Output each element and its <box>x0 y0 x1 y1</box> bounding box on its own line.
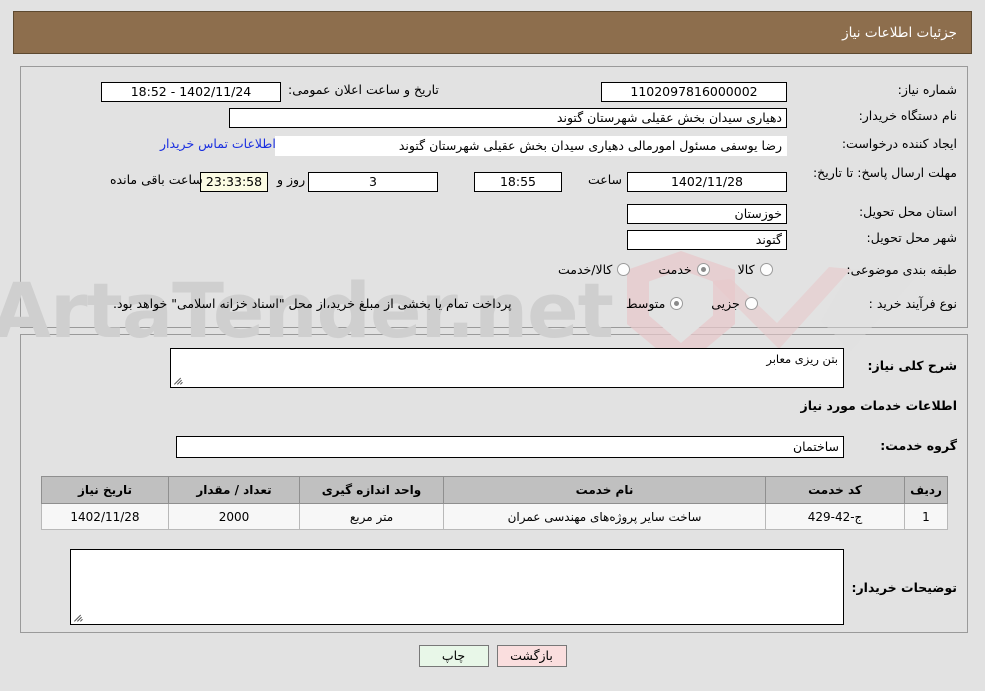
services-table: ردیف کد خدمت نام خدمت واحد اندازه گیری ت… <box>41 476 948 530</box>
process-radio-0[interactable] <box>744 297 758 310</box>
page-header: جزئیات اطلاعات نیاز <box>13 11 972 54</box>
table-header-row: ردیف کد خدمت نام خدمت واحد اندازه گیری ت… <box>41 476 948 504</box>
row-city: شهر محل تحویل: <box>0 230 957 245</box>
category-radio-1[interactable] <box>696 263 710 276</box>
creator-label: ایجاد کننده درخواست: <box>841 136 957 151</box>
public-announce-label: تاریخ و ساعت اعلان عمومی: <box>288 82 439 97</box>
category-radio-2[interactable] <box>617 263 631 276</box>
public-announce-value: 1402/11/24 - 18:52 <box>101 82 281 102</box>
category-label: طبقه بندی موضوعی: <box>846 262 957 277</box>
need-summary-panel <box>20 66 968 328</box>
td-date: 1402/11/28 <box>41 503 169 530</box>
row-process-note: پرداخت تمام یا بخشی از مبلغ خرید،از محل … <box>113 296 512 311</box>
buyer-org-label: نام دستگاه خریدار: <box>858 108 957 123</box>
footer-actions: بازگشت چاپ <box>0 645 985 667</box>
general-desc-textarea[interactable]: بتن ریزی معابر <box>170 348 844 388</box>
need-number-label: شماره نیاز: <box>897 82 957 97</box>
row-remaining-time-label: ساعت باقی مانده <box>110 172 203 187</box>
td-quantity: 2000 <box>168 503 300 530</box>
td-unit: متر مربع <box>299 503 444 530</box>
buyer-org-value: دهیاری سیدان بخش عقیلی شهرستان گتوند <box>229 108 787 128</box>
province-label: استان محل تحویل: <box>858 204 957 219</box>
city-value: گتوند <box>627 230 787 250</box>
service-group-value: ساختمان <box>176 436 844 458</box>
process-label: نوع فرآیند خرید : <box>868 296 957 311</box>
th-date: تاریخ نیاز <box>41 476 169 504</box>
print-button[interactable]: چاپ <box>418 645 489 667</box>
category-radio-group[interactable]: کالا خدمت کالا/خدمت <box>556 262 773 277</box>
deadline-hour-label: ساعت <box>588 172 623 187</box>
service-group-label: گروه خدمت: <box>880 438 957 453</box>
process-label-0: جزیی <box>711 296 740 311</box>
deadline-date-value: 1402/11/28 <box>627 172 787 192</box>
province-value: خوزستان <box>627 204 787 224</box>
category-option-1[interactable]: خدمت <box>656 262 710 277</box>
process-option-1[interactable]: متوسط <box>624 296 684 311</box>
deadline-label: مهلت ارسال پاسخ: تا تاریخ: <box>812 165 957 180</box>
td-index: 1 <box>904 503 948 530</box>
services-heading: اطلاعات خدمات مورد نیاز <box>800 398 958 413</box>
need-number-value: 1102097816000002 <box>601 82 787 102</box>
process-option-0[interactable]: جزیی <box>709 296 758 311</box>
resize-grip-icon[interactable] <box>173 375 184 386</box>
buyer-notes-label: توضیحات خریدار: <box>851 580 957 595</box>
row-category-label: طبقه بندی موضوعی: <box>0 262 957 277</box>
row-deadline-hour-label: ساعت <box>588 172 622 187</box>
row-services-heading: اطلاعات خدمات مورد نیاز <box>0 398 958 413</box>
category-label-0: کالا <box>737 262 755 277</box>
th-code: کد خدمت <box>765 476 905 504</box>
buyer-contact-link[interactable]: اطلاعات تماس خریدار <box>160 136 276 151</box>
row-contact-link[interactable]: اطلاعات تماس خریدار <box>160 136 276 151</box>
general-desc-label: شرح کلی نیاز: <box>867 358 957 373</box>
resize-grip-icon-2[interactable] <box>73 612 84 623</box>
category-radio-0[interactable] <box>759 263 773 276</box>
row-remaining-days-label: روز و <box>277 172 305 187</box>
city-label: شهر محل تحویل: <box>866 230 957 245</box>
row-deadline-label: مهلت ارسال پاسخ: تا تاریخ: <box>813 165 957 181</box>
remaining-days-label: روز و <box>277 172 306 187</box>
deadline-hour-value: 18:55 <box>474 172 562 192</box>
row-public-announce: تاریخ و ساعت اعلان عمومی: <box>288 82 439 97</box>
process-label-1: متوسط <box>626 296 666 311</box>
th-unit: واحد اندازه گیری <box>299 476 444 504</box>
category-label-2: کالا/خدمت <box>558 262 613 277</box>
table-row: 1 ج-42-429 ساخت سایر پروژه‌های مهندسی عمرا… <box>41 503 948 530</box>
creator-value: رضا یوسفی مسئول امورمالی دهیاری سیدان بخ… <box>275 136 787 156</box>
row-province: استان محل تحویل: <box>0 204 957 219</box>
remaining-days-value: 3 <box>308 172 438 192</box>
process-radio-group[interactable]: جزیی متوسط <box>624 296 758 311</box>
td-name: ساخت سایر پروژه‌های مهندسی عمران <box>443 503 766 530</box>
process-radio-1[interactable] <box>670 297 684 310</box>
remaining-time-label: ساعت باقی مانده <box>110 172 203 187</box>
page-title: جزئیات اطلاعات نیاز <box>842 24 957 41</box>
buyer-notes-textarea[interactable] <box>70 549 844 625</box>
category-option-0[interactable]: کالا <box>736 262 773 277</box>
th-quantity: تعداد / مقدار <box>168 476 300 504</box>
remaining-time-value: 23:33:58 <box>200 172 268 192</box>
category-label-1: خدمت <box>658 262 692 277</box>
td-code: ج-42-429 <box>765 503 905 530</box>
back-button[interactable]: بازگشت <box>496 645 567 667</box>
general-desc-value: بتن ریزی معابر <box>766 352 838 366</box>
process-note: پرداخت تمام یا بخشی از مبلغ خرید،از محل … <box>113 296 512 311</box>
category-option-2[interactable]: کالا/خدمت <box>556 262 631 277</box>
th-name: نام خدمت <box>443 476 766 504</box>
th-index: ردیف <box>904 476 948 504</box>
